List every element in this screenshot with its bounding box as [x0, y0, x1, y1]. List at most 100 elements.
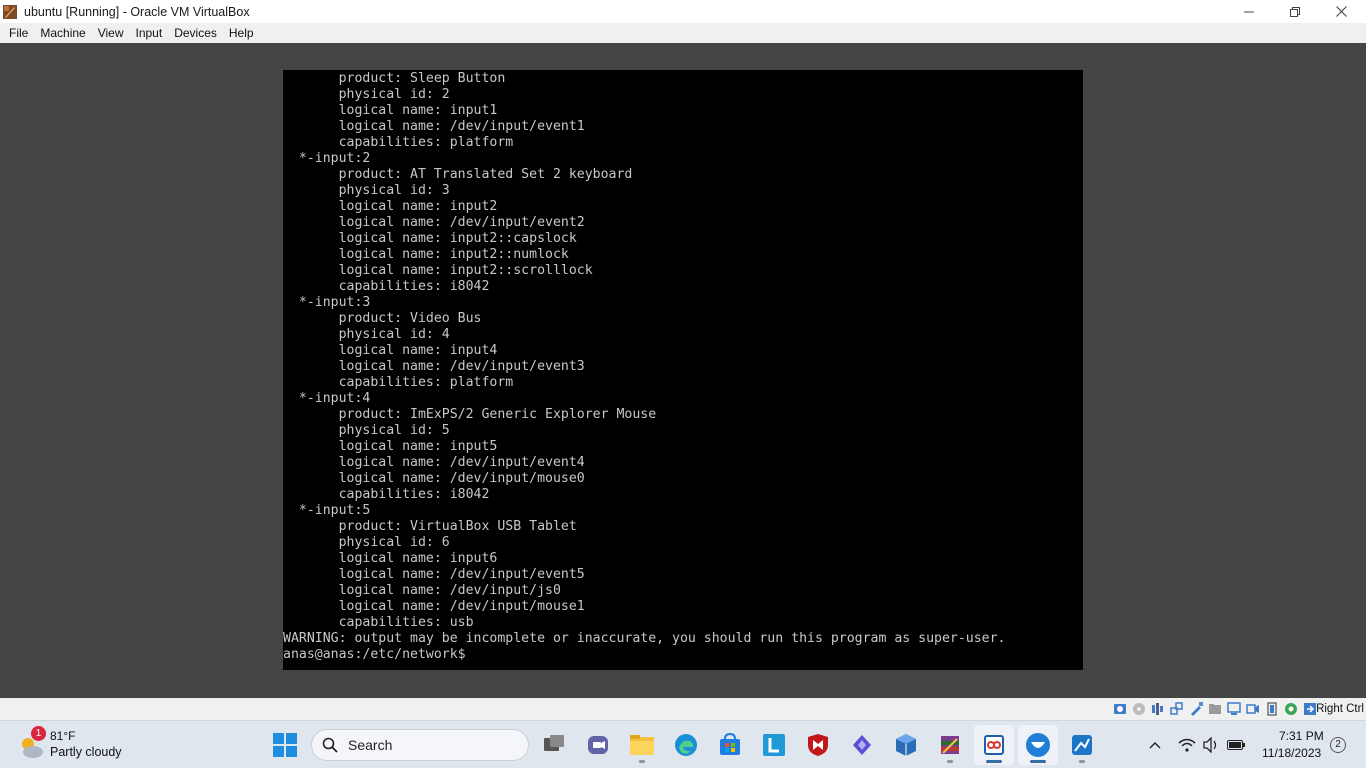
minimize-button[interactable]	[1226, 0, 1272, 23]
file-explorer-button[interactable]	[622, 725, 662, 765]
clock-time[interactable]: 7:31 PM	[1279, 729, 1324, 743]
terminal-line: logical name: /dev/input/event3	[283, 359, 585, 374]
menu-view[interactable]: View	[93, 26, 129, 40]
terminal-line: *-input:4	[283, 391, 371, 406]
vs-app-icon	[853, 735, 871, 755]
terminal-line: physical id: 3	[283, 183, 450, 198]
terminal-line: capabilities: i8042	[283, 487, 490, 502]
terminal-line: *-input:3	[283, 295, 371, 310]
active-indicator	[986, 760, 1002, 763]
terminal-line: capabilities: usb	[283, 615, 474, 630]
store-icon	[720, 733, 740, 755]
microsoft-store-button[interactable]	[710, 725, 750, 765]
search-label: Search	[348, 737, 393, 753]
terminal-line: *-input:5	[283, 503, 371, 518]
start-button[interactable]	[270, 730, 300, 760]
vs-app-button[interactable]	[842, 725, 882, 765]
menu-devices[interactable]: Devices	[169, 26, 222, 40]
ubuntu-vm-button[interactable]	[1018, 725, 1058, 765]
windows-logo-icon	[273, 733, 297, 757]
running-indicator	[947, 760, 953, 763]
terminal-line: logical name: input4	[283, 343, 498, 358]
teams-chat-button[interactable]	[578, 725, 618, 765]
window-title: ubuntu [Running] - Oracle VM VirtualBox	[24, 4, 250, 19]
terminal-line: product: VirtualBox USB Tablet	[283, 519, 577, 534]
edge-icon	[675, 734, 697, 756]
sketch-app-button[interactable]	[1062, 725, 1102, 765]
running-indicator	[1079, 760, 1085, 763]
battery-icon[interactable]	[1227, 736, 1245, 754]
vm-display-area[interactable]: product: Sleep Button physical id: 2 log…	[0, 43, 1366, 698]
terminal-line: anas@anas:/etc/network$	[283, 647, 466, 662]
folder-icon	[630, 735, 654, 755]
terminal-line: product: Sleep Button	[283, 71, 506, 86]
taskbar: 1 81°F Partly cloudy Search 7:31 PM 11/1…	[0, 720, 1366, 768]
winrar-icon	[941, 736, 959, 754]
clock-date[interactable]: 11/18/2023	[1262, 746, 1321, 760]
menu-help[interactable]: Help	[224, 26, 259, 40]
menu-machine[interactable]: Machine	[35, 26, 90, 40]
winrar-button[interactable]	[930, 725, 970, 765]
terminal-line: logical name: /dev/input/js0	[283, 583, 561, 598]
chat-icon	[588, 736, 608, 754]
terminal-line: logical name: input2::numlock	[283, 247, 569, 262]
running-indicator	[639, 760, 645, 763]
weather-widget[interactable]: 1 81°F Partly cloudy	[14, 726, 144, 764]
terminal-line: logical name: /dev/input/mouse1	[283, 599, 585, 614]
display-icon[interactable]	[1226, 701, 1242, 717]
recording-icon[interactable]	[1245, 701, 1261, 717]
mcafee-shield-icon	[808, 734, 828, 756]
terminal-line: capabilities: i8042	[283, 279, 490, 294]
terminal-line: logical name: input2	[283, 199, 498, 214]
optical-drive-icon[interactable]	[1131, 701, 1147, 717]
weather-alert-badge: 1	[31, 726, 46, 741]
terminal-line: physical id: 2	[283, 87, 450, 102]
terminal-line: product: AT Translated Set 2 keyboard	[283, 167, 633, 182]
volume-icon[interactable]	[1202, 736, 1220, 754]
terminal-line: WARNING: output may be incomplete or ina…	[283, 631, 1006, 646]
terminal-line: physical id: 5	[283, 423, 450, 438]
show-hidden-icons-chevron-icon[interactable]	[1146, 736, 1164, 754]
audio-icon[interactable]	[1150, 701, 1166, 717]
task-view-button[interactable]	[534, 725, 574, 765]
terminal-line: *-input:2	[283, 151, 371, 166]
menu-file[interactable]: File	[4, 26, 33, 40]
restore-button[interactable]	[1272, 0, 1318, 23]
terminal-line: product: ImExPS/2 Generic Explorer Mouse	[283, 407, 657, 422]
terminal-line: logical name: input1	[283, 103, 498, 118]
wifi-icon[interactable]	[1178, 736, 1196, 754]
terminal-line: logical name: input6	[283, 551, 498, 566]
vm-console[interactable]: product: Sleep Button physical id: 2 log…	[283, 70, 1083, 670]
snipping-tool-icon	[984, 735, 1004, 755]
close-button[interactable]	[1318, 0, 1364, 23]
l-app-button[interactable]	[754, 725, 794, 765]
weather-description: Partly cloudy	[50, 745, 122, 759]
terminal-line: logical name: /dev/input/mouse0	[283, 471, 585, 486]
window-titlebar: ubuntu [Running] - Oracle VM VirtualBox	[0, 0, 1366, 23]
terminal-line: physical id: 4	[283, 327, 450, 342]
terminal-line: logical name: input5	[283, 439, 498, 454]
terminal-line: capabilities: platform	[283, 375, 514, 390]
notification-badge[interactable]: 2	[1330, 737, 1346, 753]
hard-disk-icon[interactable]	[1112, 701, 1128, 717]
virtualbox-cube-icon	[896, 734, 916, 756]
cpu-icon[interactable]	[1264, 701, 1280, 717]
host-key-label: Right Ctrl	[1316, 703, 1364, 715]
terminal-line: capabilities: platform	[283, 135, 514, 150]
terminal-line: logical name: input2::scrolllock	[283, 263, 593, 278]
virtualbox-manager-button[interactable]	[886, 725, 926, 765]
search-icon	[322, 737, 338, 753]
taskbar-search[interactable]: Search	[311, 729, 529, 761]
shared-folders-icon[interactable]	[1207, 701, 1223, 717]
edge-button[interactable]	[666, 725, 706, 765]
network-icon[interactable]	[1169, 701, 1185, 717]
active-indicator	[1030, 760, 1046, 763]
mouse-integration-icon[interactable]	[1283, 701, 1299, 717]
snipping-tool-button[interactable]	[974, 725, 1014, 765]
terminal-line: logical name: /dev/input/event2	[283, 215, 585, 230]
terminal-line: logical name: input2::capslock	[283, 231, 577, 246]
menu-input[interactable]: Input	[131, 26, 168, 40]
terminal-line: logical name: /dev/input/event4	[283, 455, 585, 470]
usb-icon[interactable]	[1188, 701, 1204, 717]
mcafee-button[interactable]	[798, 725, 838, 765]
